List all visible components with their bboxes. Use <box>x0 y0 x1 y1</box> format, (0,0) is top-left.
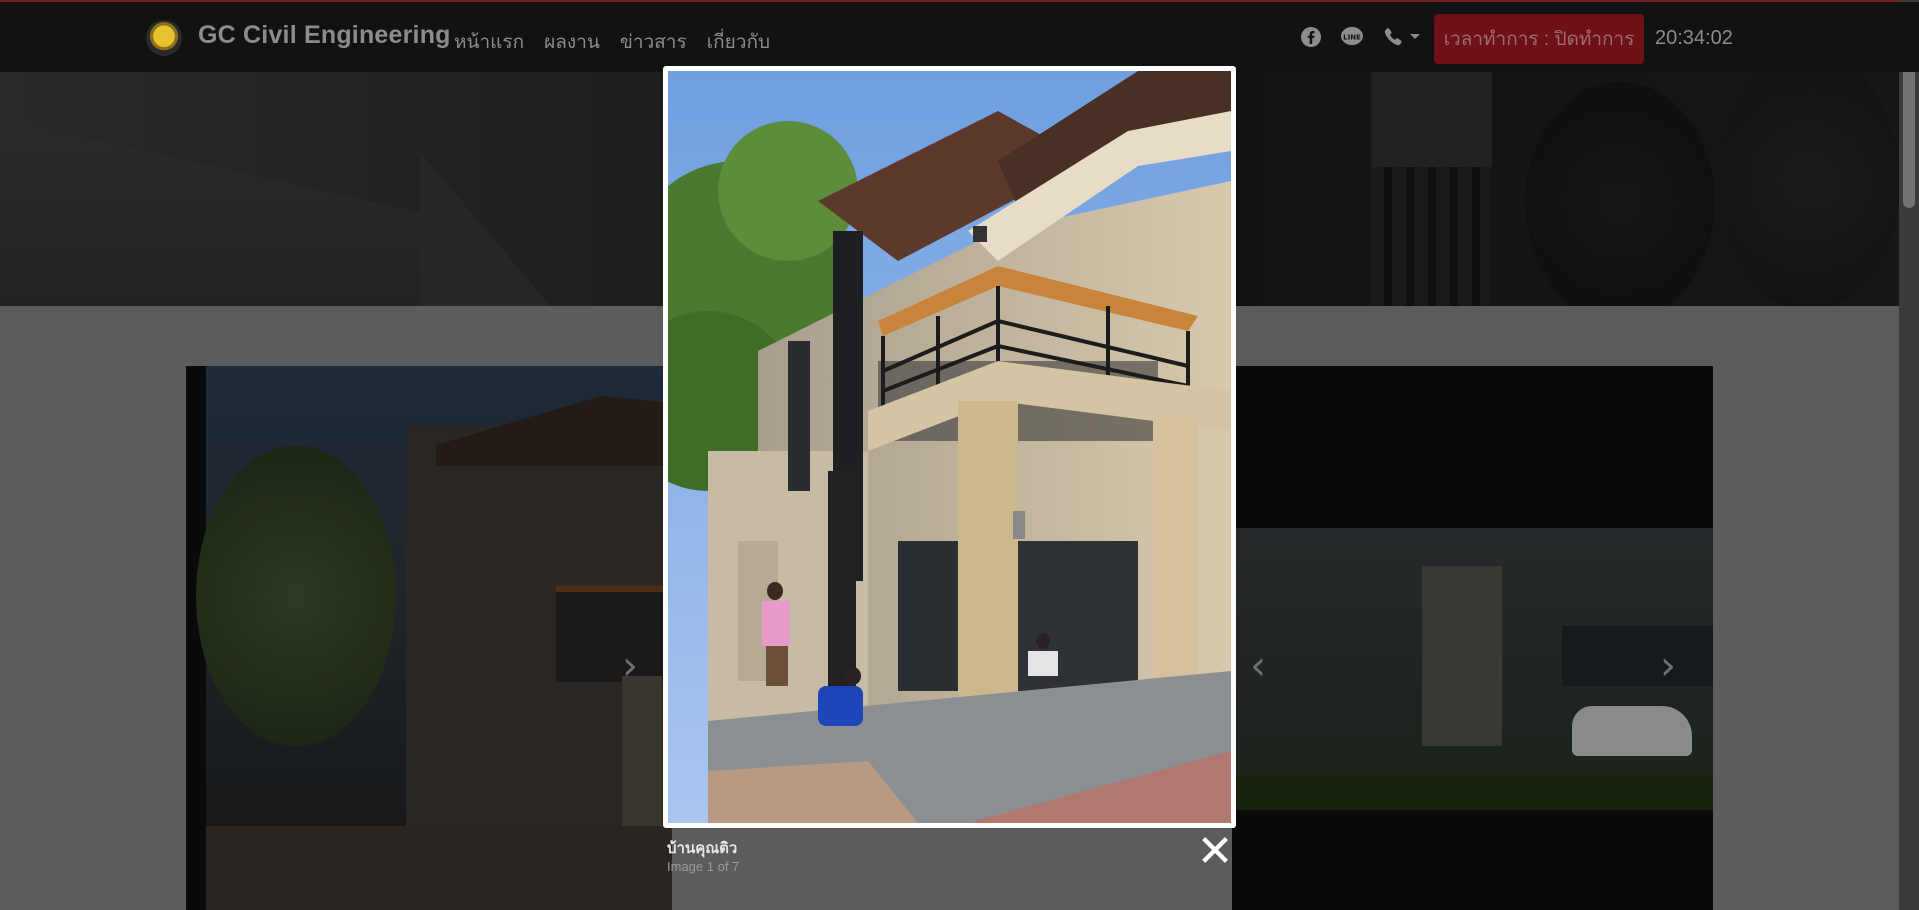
nav-item-portfolio[interactable]: ผลงาน <box>544 27 600 57</box>
nav-item-home[interactable]: หน้าแรก <box>454 27 524 57</box>
office-hours-badge[interactable]: เวลาทำการ : ปิดทำการ <box>1434 14 1644 64</box>
lightbox-title: บ้านคุณติว <box>667 840 738 857</box>
lightbox-frame <box>663 66 1236 828</box>
brand-name[interactable]: GC Civil Engineering <box>198 21 451 50</box>
nav-item-news[interactable]: ข่าวสาร <box>620 27 687 57</box>
navbar: GC Civil Engineering หน้าแรก ผลงาน ข่าวส… <box>0 2 1919 72</box>
svg-text:LINE: LINE <box>1343 34 1361 42</box>
clock: 20:34:02 <box>1655 27 1733 49</box>
brand-logo[interactable] <box>146 20 182 56</box>
main-nav: หน้าแรก ผลงาน ข่าวสาร เกี่ยวกับ <box>454 27 770 57</box>
lightbox-counter: Image 1 of 7 <box>667 859 740 874</box>
scrollbar-thumb[interactable] <box>1903 48 1915 208</box>
nav-item-about[interactable]: เกี่ยวกับ <box>707 27 770 57</box>
line-chat-icon[interactable]: LINE <box>1340 26 1364 48</box>
chevron-right-icon[interactable]: › <box>1660 643 1676 689</box>
chevron-right-icon[interactable]: › <box>622 643 638 689</box>
phone-icon[interactable] <box>1382 26 1404 48</box>
close-icon[interactable]: ✕ <box>1195 830 1235 874</box>
project-card-secondary[interactable] <box>1232 366 1713 910</box>
caret-down-icon[interactable] <box>1409 33 1421 41</box>
lightbox-image[interactable] <box>668 71 1231 823</box>
facebook-icon[interactable] <box>1300 26 1322 48</box>
project-card-main[interactable] <box>186 366 672 910</box>
chevron-left-icon[interactable]: ‹ <box>1250 643 1266 689</box>
